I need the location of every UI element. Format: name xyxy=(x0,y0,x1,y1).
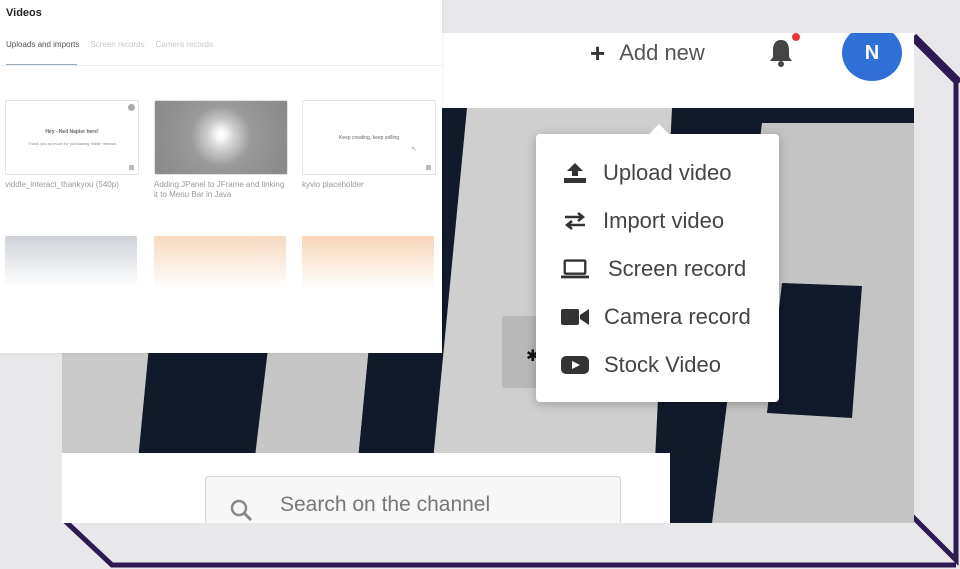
add-new-label: Add new xyxy=(619,40,705,65)
video-card-faded[interactable] xyxy=(302,236,434,288)
status-badge xyxy=(426,165,431,170)
menu-item-label: Stock Video xyxy=(604,352,722,377)
menu-item-label: Camera record xyxy=(604,304,751,329)
add-new-dropdown: Upload video Import video Screen record … xyxy=(536,134,779,402)
video-thumbnail[interactable]: Hey - Neil Napier here! Thank you so muc… xyxy=(5,100,139,175)
menu-item-camera-record[interactable]: Camera record xyxy=(536,295,779,339)
menu-item-label: Upload video xyxy=(603,160,732,185)
search-icon xyxy=(230,499,253,522)
thumbnail-heading: Keep creating, keep selling xyxy=(338,135,400,141)
status-badge xyxy=(129,165,134,170)
menu-item-upload-video[interactable]: Upload video xyxy=(536,151,779,195)
youtube-play-icon xyxy=(561,353,589,377)
video-thumbnail[interactable] xyxy=(154,100,288,175)
add-new-button[interactable]: + Add new xyxy=(590,33,705,73)
menu-item-screen-record[interactable]: Screen record xyxy=(536,247,779,291)
search-box[interactable] xyxy=(205,476,621,523)
import-arrows-icon xyxy=(561,209,589,233)
light-flare-icon xyxy=(219,131,223,135)
plus-icon: + xyxy=(590,38,606,68)
menu-caret xyxy=(649,124,669,134)
divider xyxy=(0,65,442,66)
video-card[interactable]: Adding JPanel to JFrame and linking it t… xyxy=(154,100,288,200)
video-title: kyvio placeholder xyxy=(302,180,364,189)
avatar xyxy=(128,104,135,111)
search-input[interactable] xyxy=(280,493,600,517)
video-thumbnail[interactable]: Keep creating, keep selling ↖ xyxy=(302,100,436,175)
avatar-initial: N xyxy=(864,41,880,64)
tab-camera-records[interactable]: Camera records xyxy=(156,40,213,49)
menu-item-label: Screen record xyxy=(608,256,747,281)
bell-icon[interactable] xyxy=(768,37,794,67)
cursor-icon: ↖ xyxy=(411,146,417,153)
page-title: Videos xyxy=(6,7,42,19)
thumbnail-subtext: Thank you so much for purchasing Viddle … xyxy=(28,141,116,146)
search-area xyxy=(62,453,670,523)
video-card[interactable]: Hey - Neil Napier here! Thank you so muc… xyxy=(5,100,139,190)
menu-item-import-video[interactable]: Import video xyxy=(536,199,779,243)
video-camera-icon xyxy=(561,305,589,329)
thumbnail-heading: Hey - Neil Napier here! xyxy=(45,129,99,135)
videos-panel: Videos Uploads and imports Screen record… xyxy=(0,0,442,353)
avatar[interactable]: N xyxy=(842,33,902,81)
video-title: viddle_interact_thankyou (540p) xyxy=(5,180,119,189)
video-card[interactable]: Keep creating, keep selling ↖ kyvio plac… xyxy=(302,100,436,190)
tab-uploads-and-imports[interactable]: Uploads and imports xyxy=(6,40,79,49)
menu-item-stock-video[interactable]: Stock Video xyxy=(536,343,779,387)
video-card-faded[interactable] xyxy=(154,236,286,288)
video-card-faded[interactable] xyxy=(5,236,137,288)
video-title: Adding JPanel to JFrame and linking it t… xyxy=(154,180,285,199)
tab-screen-records[interactable]: Screen records xyxy=(90,40,144,49)
videos-tabs: Uploads and imports Screen records Camer… xyxy=(6,40,213,49)
menu-item-label: Import video xyxy=(603,208,725,233)
upload-icon xyxy=(561,161,589,185)
laptop-icon xyxy=(561,257,589,281)
notification-dot xyxy=(792,33,800,41)
